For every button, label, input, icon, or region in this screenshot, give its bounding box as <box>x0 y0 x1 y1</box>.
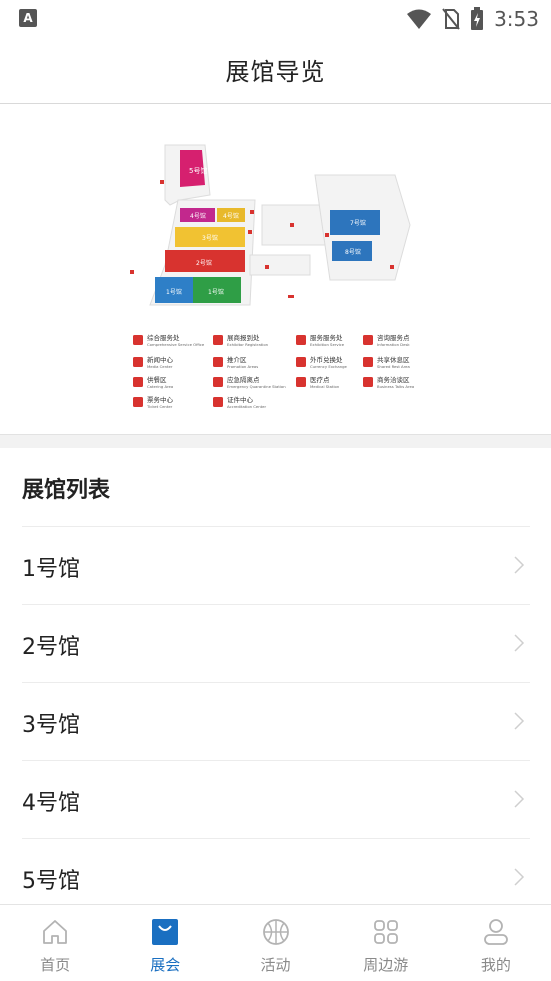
hall-list-item-label: 3号馆 <box>22 713 80 738</box>
legend-label-en: Shared Rest Area <box>377 364 410 369</box>
legend-label-en: Information Desk <box>377 342 410 347</box>
legend-label-cn: 商务洽谈区 <box>377 375 410 384</box>
legend-label-cn: 供餐区 <box>147 375 167 384</box>
legend-label-en: Exhibition Service <box>310 342 345 347</box>
hall-list-item-label: 1号馆 <box>22 557 80 582</box>
legend-label-en: Promotion Areas <box>227 364 258 369</box>
hall-4-right-label: 4号馆 <box>223 212 239 220</box>
section-divider <box>0 434 551 448</box>
legend-icon <box>363 335 373 345</box>
nav-label: 周边游 <box>363 956 409 974</box>
legend-icon <box>213 335 223 345</box>
nav-item-mine[interactable]: 我的 <box>441 905 551 981</box>
hall-3-label: 3号馆 <box>202 234 218 242</box>
hall-list-item-1[interactable]: 1号馆 <box>22 526 530 604</box>
status-time: 3:53 <box>494 7 539 31</box>
basketball-icon <box>262 919 289 945</box>
hall-7-label: 7号馆 <box>350 219 366 227</box>
legend-icon <box>213 377 223 387</box>
legend-label-cn: 推介区 <box>227 355 247 364</box>
status-bar: A 3:53 <box>0 0 551 38</box>
hall-1-left-label: 1号馆 <box>166 288 182 296</box>
legend-label-en: Business Talks Area <box>377 384 414 389</box>
legend-icon <box>363 357 373 367</box>
user-icon <box>484 919 508 945</box>
battery-charging-icon <box>471 7 484 30</box>
hall-list-item-5[interactable]: 5号馆 <box>22 838 530 904</box>
chevron-right-icon <box>514 790 525 808</box>
legend-label-en: Currency Exchange <box>310 364 348 369</box>
hall-list: 展馆列表 1号馆 2号馆 3号馆 4号馆 5号馆 <box>0 448 551 904</box>
chevron-right-icon <box>514 556 525 574</box>
hall-list-title: 展馆列表 <box>22 478 111 503</box>
legend-label-cn: 医疗点 <box>310 375 330 384</box>
nav-label: 首页 <box>40 956 71 974</box>
header: 展馆导览 <box>0 38 551 104</box>
legend-label-en: Ticket Center <box>146 404 173 409</box>
wifi-icon <box>407 9 432 29</box>
hall-list-item-label: 4号馆 <box>22 791 80 816</box>
home-icon <box>43 920 67 944</box>
legend-icon <box>213 397 223 407</box>
bag-icon <box>152 919 179 945</box>
hall-2-label: 2号馆 <box>196 259 212 267</box>
hall-list-item-label: 5号馆 <box>22 869 80 894</box>
legend-icon <box>363 377 373 387</box>
hall-4-left-label: 4号馆 <box>190 212 206 220</box>
legend-icon <box>133 397 143 407</box>
page-title: 展馆导览 <box>225 58 326 86</box>
nav-label: 我的 <box>480 956 511 974</box>
legend-label-cn: 服务服务处 <box>310 333 343 342</box>
bottom-nav: 首页 展会 活动 周边游 我的 <box>0 904 551 981</box>
legend-label-en: Medical Station <box>310 384 340 389</box>
hall-list-item-label: 2号馆 <box>22 635 80 660</box>
legend-icon <box>296 377 306 387</box>
legend-label-cn: 综合服务处 <box>147 333 180 342</box>
legend-icon <box>133 377 143 387</box>
legend-label-cn: 展商报到处 <box>227 333 260 342</box>
chevron-right-icon <box>514 712 525 730</box>
nav-item-activities[interactable]: 活动 <box>220 905 330 981</box>
nav-item-exhibition[interactable]: 展会 <box>110 905 220 981</box>
hall-5-label: 5号馆 <box>189 166 207 175</box>
legend-label-en: Comprehensive Service Office <box>147 342 205 347</box>
map-legend: 综合服务处Comprehensive Service Office展商报到处Ex… <box>133 333 414 409</box>
legend-label-en: Media Center <box>147 364 173 369</box>
no-sim-icon <box>442 8 460 30</box>
legend-label-cn: 应急隔离点 <box>227 375 260 384</box>
legend-icon <box>133 335 143 345</box>
hall-8-label: 8号馆 <box>345 248 361 256</box>
legend-label-cn: 共享休息区 <box>377 355 410 364</box>
legend-label-en: Accreditation Center <box>227 404 266 409</box>
legend-icon <box>296 335 306 345</box>
status-icons: 3:53 <box>406 6 539 32</box>
legend-label-en: Emergency Quarantine Station <box>227 384 286 389</box>
legend-label-cn: 证件中心 <box>227 395 254 404</box>
venue-map[interactable]: 5号馆 4号馆 4号馆 3号馆 2号馆 1号馆 1号馆 7号馆 8号馆 综合服务… <box>0 105 551 434</box>
legend-label-en: Exhibitor Registration <box>227 342 269 347</box>
hall-list-item-2[interactable]: 2号馆 <box>22 604 530 682</box>
legend-label-en: Catering Area <box>147 384 173 389</box>
hall-list-item-3[interactable]: 3号馆 <box>22 682 530 760</box>
app-notification-icon: A <box>19 9 37 27</box>
legend-icon <box>296 357 306 367</box>
venue-map-graphic: 5号馆 4号馆 4号馆 3号馆 2号馆 1号馆 1号馆 7号馆 8号馆 综合服务… <box>130 144 414 409</box>
nav-label: 展会 <box>150 956 181 974</box>
hall-list-item-4[interactable]: 4号馆 <box>22 760 530 838</box>
chevron-right-icon <box>514 868 525 886</box>
legend-label-cn: 外币兑换处 <box>310 355 343 364</box>
legend-label-cn: 新闻中心 <box>147 355 174 364</box>
nav-label: 活动 <box>260 956 291 974</box>
legend-icon <box>213 357 223 367</box>
legend-icon <box>133 357 143 367</box>
grid-icon <box>373 920 398 944</box>
legend-label-cn: 票务中心 <box>147 395 174 404</box>
legend-label-cn: 咨询服务点 <box>377 333 410 342</box>
nav-item-nearby-tour[interactable]: 周边游 <box>331 905 441 981</box>
hall-1-right-label: 1号馆 <box>208 288 224 296</box>
nav-item-home[interactable]: 首页 <box>0 905 110 981</box>
chevron-right-icon <box>514 634 525 652</box>
